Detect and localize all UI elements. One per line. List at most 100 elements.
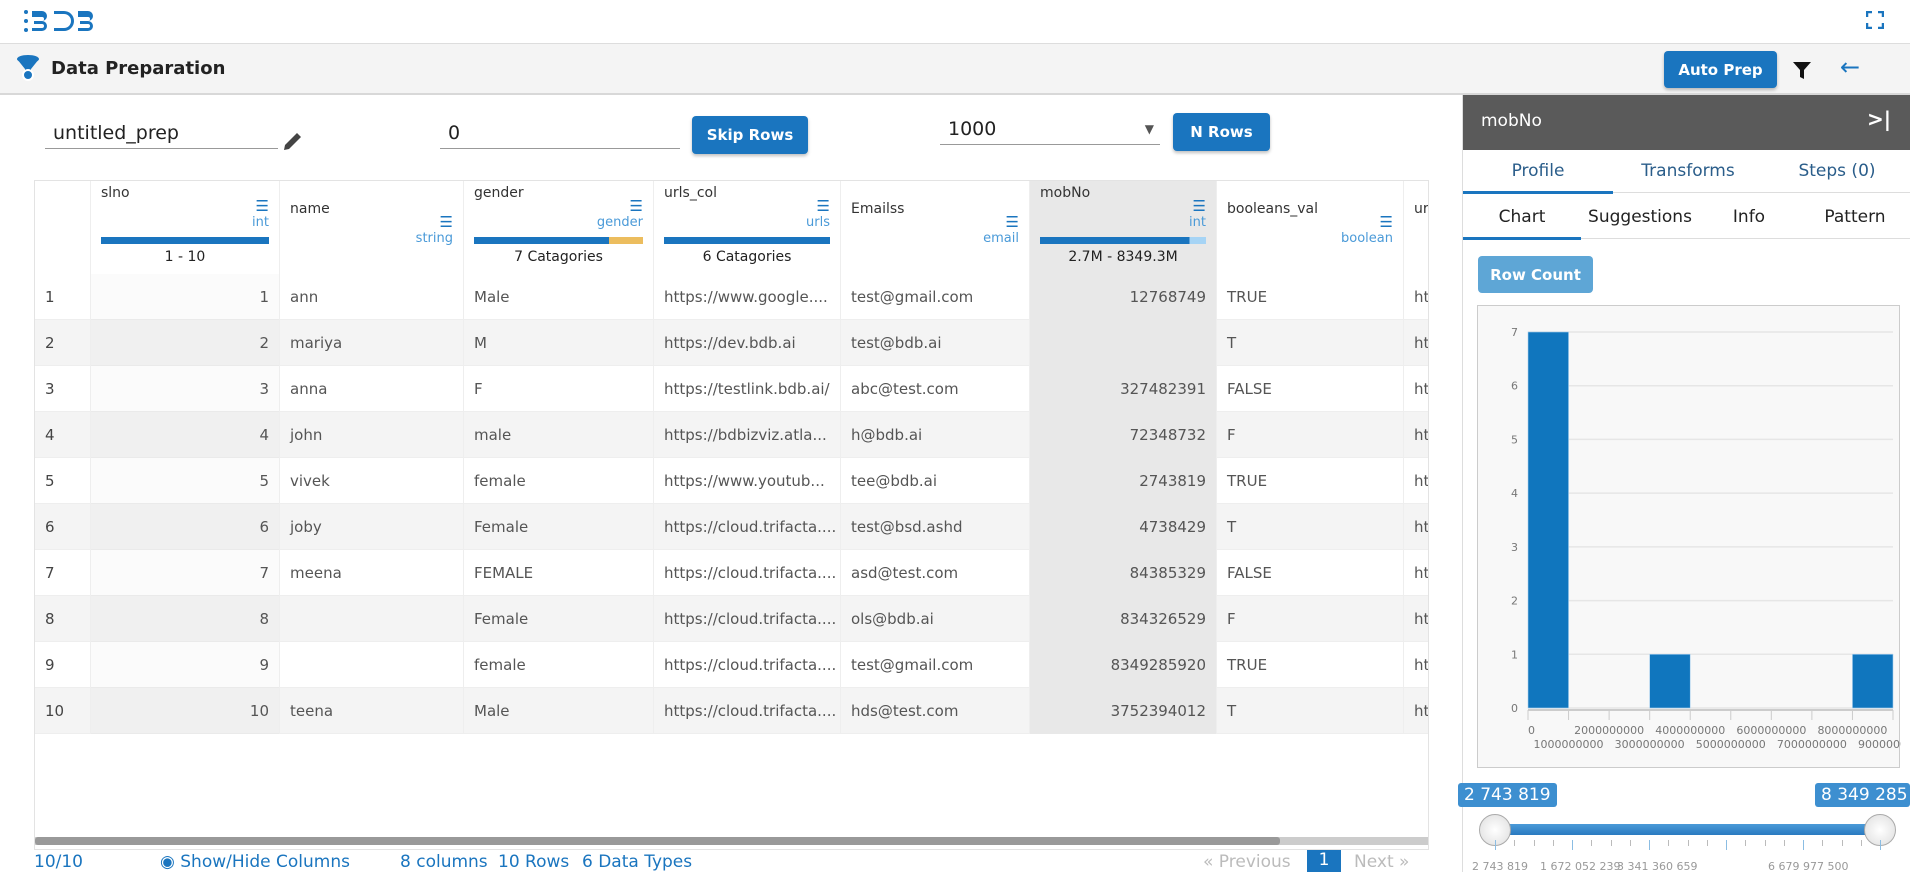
column-header-mobNo[interactable]: mobNo ☰ int 2.7M - 8349.3M (1030, 181, 1217, 274)
table-cell[interactable]: https://cloud.trifacta.... (654, 504, 841, 550)
table-cell[interactable]: meena (280, 550, 464, 596)
table-cell[interactable]: 12768749 (1030, 274, 1217, 320)
tab-steps[interactable]: Steps (0) (1763, 161, 1910, 181)
column-menu-icon[interactable]: ☰ (630, 197, 643, 215)
table-cell[interactable]: 9 (35, 642, 91, 688)
table-cell[interactable]: 8 (35, 596, 91, 642)
table-cell[interactable]: female (464, 642, 654, 688)
filter-icon[interactable] (1792, 61, 1812, 81)
table-cell[interactable]: 5 (91, 458, 280, 504)
column-header-Emailss[interactable]: Emailss ☰ email (841, 181, 1030, 274)
table-cell[interactable]: TRUE (1217, 274, 1404, 320)
skip-rows-button[interactable]: Skip Rows (692, 116, 808, 154)
table-cell[interactable]: 3 (91, 366, 280, 412)
subtab-chart[interactable]: Chart (1463, 207, 1581, 227)
table-cell[interactable]: ht (1404, 274, 1428, 320)
table-cell[interactable]: 2 (35, 320, 91, 366)
table-cell[interactable]: tee@bdb.ai (841, 458, 1030, 504)
page-1-button[interactable]: 1 (1307, 850, 1341, 872)
table-cell[interactable]: 8349285920 (1030, 642, 1217, 688)
table-cell[interactable]: teena (280, 688, 464, 734)
table-cell[interactable]: john (280, 412, 464, 458)
table-cell[interactable]: Female (464, 504, 654, 550)
table-cell[interactable]: 10 (91, 688, 280, 734)
table-cell[interactable]: https://bdbizviz.atla... (654, 412, 841, 458)
table-cell[interactable]: https://cloud.trifacta.... (654, 596, 841, 642)
table-cell[interactable]: https://www.youtub... (654, 458, 841, 504)
prep-name-input[interactable]: untitled_prep (45, 118, 278, 149)
table-cell[interactable]: F (1217, 412, 1404, 458)
table-cell[interactable]: test@bdb.ai (841, 320, 1030, 366)
column-header-gender[interactable]: gender ☰ gender 7 Catagories (464, 181, 654, 274)
table-cell[interactable]: 834326529 (1030, 596, 1217, 642)
table-cell[interactable]: T (1217, 504, 1404, 550)
table-row[interactable]: 4 4 john male https://bdbizviz.atla... h@bdb.… (35, 412, 1428, 458)
table-row[interactable]: 7 7 meena FEMALE https://cloud.trifacta.... a… (35, 550, 1428, 596)
table-cell[interactable]: https://cloud.trifacta.... (654, 642, 841, 688)
show-hide-columns-link[interactable]: ◉ Show/Hide Columns (160, 852, 350, 872)
table-cell[interactable]: test@bsd.ashd (841, 504, 1030, 550)
table-cell[interactable]: 3 (35, 366, 91, 412)
table-cell[interactable]: FALSE (1217, 366, 1404, 412)
previous-page-button[interactable]: « Previous (1203, 852, 1291, 872)
table-cell[interactable]: 4 (91, 412, 280, 458)
column-header-name[interactable]: name ☰ string (280, 181, 464, 274)
table-cell[interactable]: 7 (35, 550, 91, 596)
table-cell[interactable]: hds@test.com (841, 688, 1030, 734)
subtab-info[interactable]: Info (1699, 207, 1799, 227)
auto-prep-button[interactable]: Auto Prep (1664, 51, 1777, 88)
table-cell[interactable]: h@bdb.ai (841, 412, 1030, 458)
table-cell[interactable]: 4 (35, 412, 91, 458)
table-cell[interactable]: ht (1404, 550, 1428, 596)
column-header-urls_col[interactable]: urls_col ☰ urls 6 Catagories (654, 181, 841, 274)
table-cell[interactable]: ht (1404, 320, 1428, 366)
row-count-button[interactable]: Row Count (1478, 256, 1593, 293)
table-cell[interactable]: 1 (91, 274, 280, 320)
table-cell[interactable]: https://cloud.trifacta.... (654, 688, 841, 734)
table-cell[interactable]: 2 (91, 320, 280, 366)
table-cell[interactable]: ht (1404, 458, 1428, 504)
table-row[interactable]: 9 9 female https://cloud.trifacta.... test@g… (35, 642, 1428, 688)
scrollbar-thumb[interactable] (35, 837, 1280, 845)
table-cell[interactable] (280, 596, 464, 642)
table-cell[interactable]: https://testlink.bdb.ai/ (654, 366, 841, 412)
column-header-slno[interactable]: slno ☰ int 1 - 10 (91, 181, 280, 274)
subtab-pattern[interactable]: Pattern (1799, 207, 1910, 227)
table-cell[interactable]: ols@bdb.ai (841, 596, 1030, 642)
table-cell[interactable]: test@gmail.com (841, 642, 1030, 688)
table-cell[interactable]: asd@test.com (841, 550, 1030, 596)
table-cell[interactable]: 6 (91, 504, 280, 550)
table-cell[interactable]: https://cloud.trifacta.... (654, 550, 841, 596)
column-menu-icon[interactable]: ☰ (256, 197, 269, 215)
table-cell[interactable]: 4738429 (1030, 504, 1217, 550)
table-cell[interactable]: 1 (35, 274, 91, 320)
table-cell[interactable] (1030, 320, 1217, 366)
table-cell[interactable]: male (464, 412, 654, 458)
table-row[interactable]: 1 1 ann Male https://www.google.... test@gmai… (35, 274, 1428, 320)
column-header-booleans_val[interactable]: booleans_val ☰ boolean (1217, 181, 1404, 274)
table-row[interactable]: 8 8 Female https://cloud.trifacta.... ols@bd… (35, 596, 1428, 642)
column-menu-icon[interactable]: ☰ (1193, 197, 1206, 215)
table-cell[interactable]: F (464, 366, 654, 412)
table-cell[interactable]: https://www.google.... (654, 274, 841, 320)
table-cell[interactable]: anna (280, 366, 464, 412)
subtab-suggestions[interactable]: Suggestions (1581, 207, 1699, 227)
table-cell[interactable]: ht (1404, 596, 1428, 642)
table-cell[interactable]: TRUE (1217, 642, 1404, 688)
table-cell[interactable]: 10 (35, 688, 91, 734)
table-cell[interactable]: M (464, 320, 654, 366)
n-rows-select[interactable]: 1000 ▼ (940, 114, 1160, 145)
table-cell[interactable] (280, 642, 464, 688)
table-cell[interactable]: 5 (35, 458, 91, 504)
table-cell[interactable]: abc@test.com (841, 366, 1030, 412)
horizontal-scrollbar[interactable] (35, 837, 1428, 845)
table-cell[interactable]: FALSE (1217, 550, 1404, 596)
skip-rows-input[interactable]: 0 (440, 118, 680, 149)
table-cell[interactable]: FEMALE (464, 550, 654, 596)
tab-transforms[interactable]: Transforms (1613, 161, 1763, 181)
table-cell[interactable]: ann (280, 274, 464, 320)
column-menu-icon[interactable]: ☰ (1380, 213, 1393, 231)
next-page-button[interactable]: Next » (1354, 852, 1409, 872)
table-cell[interactable]: ht (1404, 412, 1428, 458)
table-cell[interactable]: 6 (35, 504, 91, 550)
